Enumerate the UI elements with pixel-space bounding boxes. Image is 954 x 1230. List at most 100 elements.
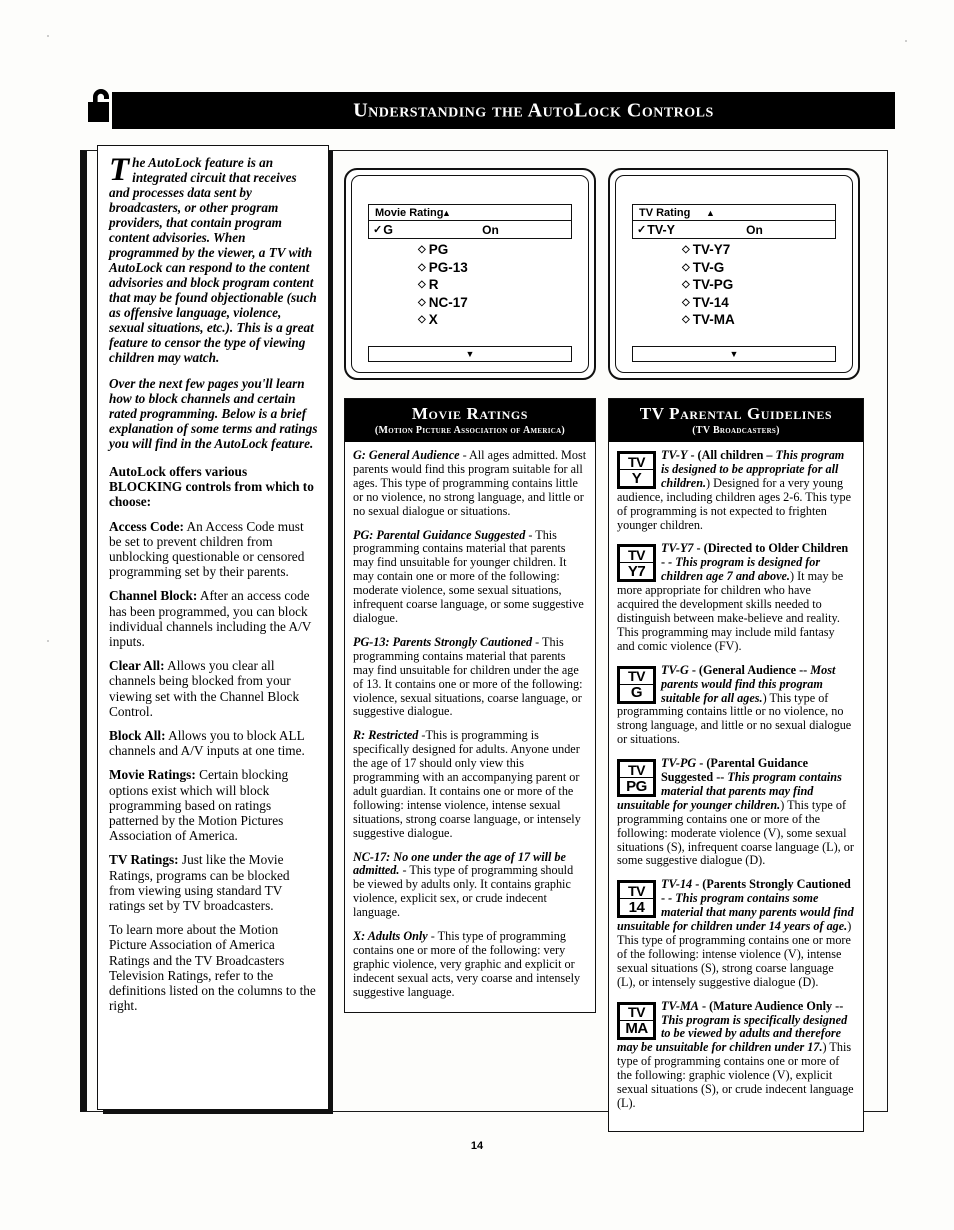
scroll-up-arrow-icon[interactable]: ▲	[442, 208, 451, 218]
scan-speck	[47, 35, 49, 37]
tv-guideline-tvma: TV MA TV-MA - (Mature Audience Only -- T…	[617, 998, 855, 1111]
movie-rating-option-x[interactable]: ◇ X	[418, 311, 572, 329]
tv-rating-option-tvy7[interactable]: ◇ TV-Y7	[682, 241, 836, 259]
guideline-lead: TV-14	[661, 877, 693, 892]
tv-pg-rating-icon: TV PG	[617, 759, 656, 798]
movie-ratings-heading: Movie Ratings	[411, 404, 529, 423]
tv-rating-menu-title-bar: TV Rating ▲	[632, 204, 836, 221]
tv-rating-scroll-down-bar[interactable]: ▼	[632, 346, 836, 362]
icon-top-text: TV	[620, 454, 653, 469]
tv-guidelines-box: TV Parental Guidelines (TV Broadcasters)…	[608, 398, 864, 1132]
icon-bottom-text: Y	[620, 470, 653, 486]
def-lead: PG: Parental Guidance Suggested	[353, 527, 526, 542]
term-access-code: Access Code: An Access Code must be set …	[109, 519, 318, 580]
term-label: Access Code:	[109, 518, 184, 534]
tv-rating-selected-row[interactable]: ✓ TV-Y On	[632, 221, 836, 239]
tv-rating-option-tv14[interactable]: ◇ TV-14	[682, 294, 836, 312]
option-label: TV-G	[692, 259, 725, 275]
def-body: - This programming contains material tha…	[353, 527, 584, 625]
page-canvas: Understanding the AutoLock Controls The …	[0, 0, 954, 1230]
tv-rating-screen: TV Rating ▲ ✓ TV-Y On ◇ TV-Y7 ◇ TV-G ◇ TV-P…	[608, 168, 860, 380]
intro-paragraph: The AutoLock feature is an integrated ci…	[109, 152, 318, 366]
drop-cap: T	[109, 152, 130, 188]
page-header-banner: Understanding the AutoLock Controls	[112, 92, 895, 129]
term-block-all: Block All: Allows you to block ALL chann…	[109, 728, 318, 758]
guideline-lead: TV-Y	[661, 448, 688, 462]
term-label: Clear All:	[109, 658, 165, 674]
option-label: PG-13	[428, 259, 468, 275]
tv-guideline-tvy7: TV Y7 TV-Y7 - (Directed to Older Childre…	[617, 541, 855, 653]
scroll-up-arrow-icon[interactable]: ▲	[706, 208, 715, 218]
scroll-down-arrow-icon: ▼	[729, 349, 739, 359]
movie-rating-selected-row[interactable]: ✓ G On	[368, 221, 572, 239]
movie-rating-screen-inner: Movie Rating ▲ ✓ G On ◇ PG ◇ PG-13 ◇ R ◇ NC-…	[351, 175, 589, 373]
tv-guideline-tvpg: TV PG TV-PG - (Parental Guidance Suggest…	[617, 756, 855, 868]
movie-rating-option-r[interactable]: ◇ R	[418, 276, 572, 294]
tv-y7-rating-icon: TV Y7	[617, 544, 656, 583]
movie-rating-def-g: G: General Audience - All ages admitted.…	[353, 448, 587, 519]
right-column: TV Rating ▲ ✓ TV-Y On ◇ TV-Y7 ◇ TV-G ◇ TV-P…	[608, 168, 864, 1132]
diamond-icon: ◇	[418, 244, 426, 255]
term-clear-all: Clear All: Allows you clear all channels…	[109, 658, 318, 719]
tv-rating-menu-title: TV Rating	[639, 206, 691, 219]
check-icon: ✓	[637, 224, 647, 236]
movie-rating-def-r: R: Restricted -This is programming is sp…	[353, 728, 587, 840]
tv-rating-option-tvg[interactable]: ◇ TV-G	[682, 259, 836, 277]
movie-rating-selected-label: G	[383, 222, 393, 237]
movie-ratings-box: Movie Ratings (Motion Picture Associatio…	[344, 398, 596, 1013]
movie-rating-def-nc17: NC-17: No one under the age of 17 will b…	[353, 850, 587, 921]
diamond-icon: ◇	[682, 296, 690, 308]
page-number: 14	[470, 1140, 484, 1152]
guideline-bold: - (Mature Audience Only --	[698, 998, 844, 1013]
def-body: -This is programming is specifically des…	[353, 728, 581, 840]
icon-top-text: TV	[620, 1004, 653, 1020]
tv-rating-option-tvma[interactable]: ◇ TV-MA	[682, 311, 836, 329]
movie-rating-scroll-down-bar[interactable]: ▼	[368, 346, 572, 362]
diamond-icon: ◇	[682, 314, 690, 325]
term-label: Channel Block:	[109, 588, 198, 604]
option-label: NC-17	[428, 294, 468, 310]
def-lead: R: Restricted	[353, 728, 419, 743]
option-label: TV-MA	[692, 312, 735, 327]
option-label: TV-14	[692, 294, 729, 310]
scan-speck	[47, 640, 49, 642]
movie-rating-options-list: ◇ PG ◇ PG-13 ◇ R ◇ NC-17 ◇ X	[378, 241, 572, 329]
guideline-lead: TV-G	[661, 662, 689, 677]
diamond-icon: ◇	[418, 314, 426, 325]
def-lead: X: Adults Only	[353, 929, 428, 944]
movie-rating-option-pg[interactable]: ◇ PG	[418, 241, 572, 259]
tv-rating-selected-value: On	[746, 222, 763, 237]
def-lead: PG-13: Parents Strongly Cautioned	[353, 634, 533, 649]
movie-rating-menu-title-bar: Movie Rating ▲	[368, 204, 572, 221]
guideline-bold: - (General Audience --	[688, 662, 811, 677]
icon-bottom-text: Y7	[620, 563, 653, 580]
option-label: TV-PG	[692, 277, 734, 292]
movie-ratings-subheading: (Motion Picture Association of America)	[374, 425, 566, 436]
option-label: PG	[428, 242, 449, 257]
tv-guidelines-body: TV Y TV-Y - (All children – This program…	[609, 442, 863, 1131]
def-lead: G: General Audience	[353, 448, 460, 462]
movie-rating-option-pg13[interactable]: ◇ PG-13	[418, 259, 572, 277]
tv-14-rating-icon: TV 14	[617, 880, 656, 919]
intro-paragraph-2: Over the next few pages you'll learn how…	[109, 376, 318, 451]
icon-top-text: TV	[620, 547, 653, 563]
scroll-down-arrow-icon: ▼	[465, 349, 475, 359]
guideline-bold: - (All children –	[687, 448, 776, 462]
movie-rating-screen: Movie Rating ▲ ✓ G On ◇ PG ◇ PG-13 ◇ R ◇ NC-…	[344, 168, 596, 380]
blocking-heading: AutoLock offers various BLOCKING control…	[109, 464, 314, 510]
term-tv-ratings: TV Ratings: Just like the Movie Ratings,…	[109, 852, 318, 913]
tv-rating-option-tvpg[interactable]: ◇ TV-PG	[682, 276, 836, 294]
option-label: TV-Y7	[692, 242, 731, 257]
movie-rating-option-nc17[interactable]: ◇ NC-17	[418, 294, 572, 312]
diamond-icon: ◇	[682, 261, 690, 273]
diamond-icon: ◇	[682, 244, 690, 255]
diamond-icon: ◇	[418, 279, 426, 290]
left-text-column: The AutoLock feature is an integrated ci…	[97, 145, 329, 1110]
icon-top-text: TV	[620, 762, 653, 778]
term-movie-ratings: Movie Ratings: Certain blocking options …	[109, 767, 318, 843]
icon-top-text: TV	[620, 668, 653, 684]
guideline-lead: TV-MA	[661, 998, 699, 1013]
icon-top-text: TV	[620, 883, 653, 899]
movie-rating-selected-value: On	[482, 222, 499, 237]
scan-speck	[905, 40, 907, 42]
